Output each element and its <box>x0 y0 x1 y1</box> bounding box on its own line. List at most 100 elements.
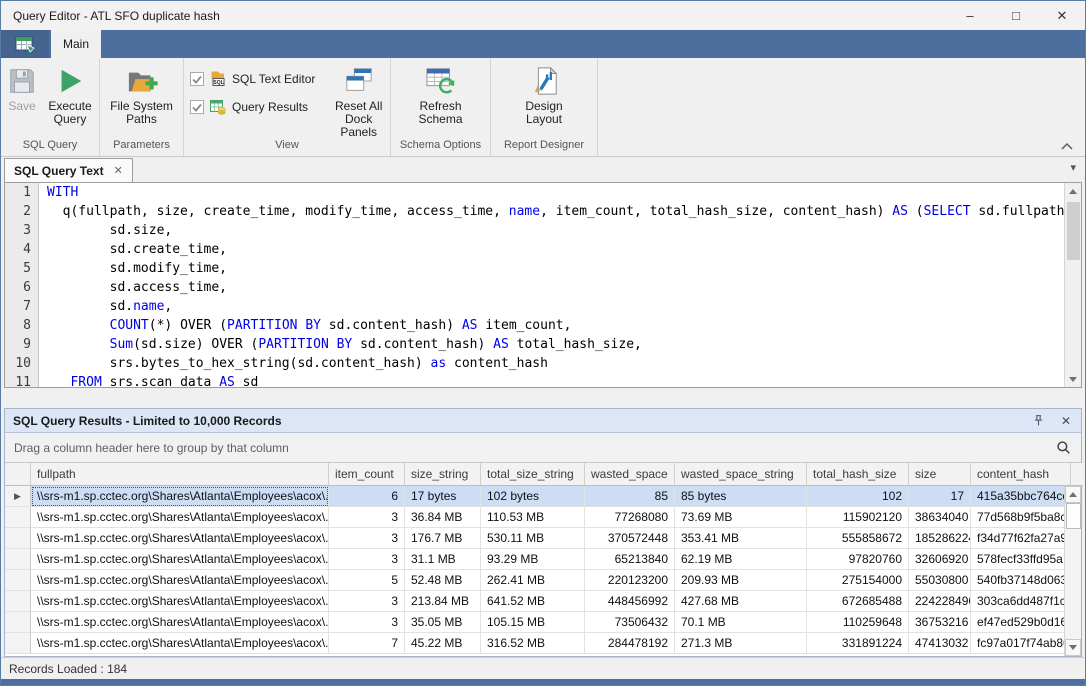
table-row[interactable]: \\srs-m1.sp.cctec.org\Shares\Atlanta\Emp… <box>5 549 1064 570</box>
grid-cell-size[interactable]: 32606920 <box>909 549 971 570</box>
grid-cell-wasted_space_string[interactable]: 62.19 MB <box>675 549 807 570</box>
column-header-total_hash_size[interactable]: total_hash_size <box>807 463 909 486</box>
grid-cell-fullpath[interactable]: \\srs-m1.sp.cctec.org\Shares\Atlanta\Emp… <box>31 633 329 654</box>
grid-cell-total_size_string[interactable]: 93.29 MB <box>481 549 585 570</box>
editor-vertical-scrollbar[interactable] <box>1064 183 1081 387</box>
pin-icon[interactable] <box>1032 414 1045 427</box>
grid-cell-wasted_space_string[interactable]: 209.93 MB <box>675 570 807 591</box>
scrollbar-thumb[interactable] <box>1066 503 1081 529</box>
query-results-toggle[interactable]: Query Results <box>190 99 315 115</box>
group-by-bar[interactable]: Drag a column header here to group by th… <box>5 433 1081 463</box>
grid-cell-item_count[interactable]: 3 <box>329 591 405 612</box>
scroll-up-icon[interactable] <box>1065 183 1081 199</box>
grid-cell-wasted_space_string[interactable]: 85 bytes <box>675 486 807 507</box>
grid-cell-size_string[interactable]: 45.22 MB <box>405 633 481 654</box>
column-header-wasted_space[interactable]: wasted_space <box>585 463 675 486</box>
grid-vertical-scrollbar[interactable] <box>1064 486 1081 656</box>
sql-code-editor[interactable]: 1WITH2 q(fullpath, size, create_time, mo… <box>4 182 1082 388</box>
grid-cell-item_count[interactable]: 3 <box>329 612 405 633</box>
grid-cell-total_size_string[interactable]: 530.11 MB <box>481 528 585 549</box>
execute-query-button[interactable]: Execute Query <box>42 63 98 126</box>
grid-cell-fullpath[interactable]: \\srs-m1.sp.cctec.org\Shares\Atlanta\Emp… <box>31 591 329 612</box>
grid-cell-content_hash[interactable]: 77d568b9f5ba8c... <box>971 507 1064 528</box>
grid-cell-content_hash[interactable]: 415a35bbc764ccf... <box>971 486 1064 507</box>
tab-sql-query-text[interactable]: SQL Query Text ✕ <box>4 158 133 182</box>
row-indicator-cell[interactable] <box>5 633 31 654</box>
grid-cell-wasted_space[interactable]: 73506432 <box>585 612 675 633</box>
grid-cell-fullpath[interactable]: \\srs-m1.sp.cctec.org\Shares\Atlanta\Emp… <box>31 612 329 633</box>
grid-cell-item_count[interactable]: 7 <box>329 633 405 654</box>
grid-cell-total_hash_size[interactable]: 115902120 <box>807 507 909 528</box>
table-row[interactable]: \\srs-m1.sp.cctec.org\Shares\Atlanta\Emp… <box>5 633 1064 654</box>
grid-cell-content_hash[interactable]: ef47ed529b0d16... <box>971 612 1064 633</box>
column-header-size[interactable]: size <box>909 463 971 486</box>
grid-cell-size_string[interactable]: 52.48 MB <box>405 570 481 591</box>
grid-cell-fullpath[interactable]: \\srs-m1.sp.cctec.org\Shares\Atlanta\Emp… <box>31 528 329 549</box>
search-icon[interactable] <box>1056 440 1081 455</box>
grid-cell-wasted_space[interactable]: 370572448 <box>585 528 675 549</box>
column-header-size_string[interactable]: size_string <box>405 463 481 486</box>
grid-cell-fullpath[interactable]: \\srs-m1.sp.cctec.org\Shares\Atlanta\Emp… <box>31 486 329 507</box>
grid-cell-total_size_string[interactable]: 105.15 MB <box>481 612 585 633</box>
tab-close-icon[interactable]: ✕ <box>114 164 123 177</box>
grid-cell-content_hash[interactable]: 540fb37148d063... <box>971 570 1064 591</box>
grid-cell-wasted_space[interactable]: 284478192 <box>585 633 675 654</box>
table-row[interactable]: \\srs-m1.sp.cctec.org\Shares\Atlanta\Emp… <box>5 528 1064 549</box>
table-row[interactable]: ▶\\srs-m1.sp.cctec.org\Shares\Atlanta\Em… <box>5 486 1064 507</box>
file-system-paths-button[interactable]: File System Paths <box>105 63 179 126</box>
grid-cell-fullpath[interactable]: \\srs-m1.sp.cctec.org\Shares\Atlanta\Emp… <box>31 570 329 591</box>
column-header-item_count[interactable]: item_count <box>329 463 405 486</box>
table-row[interactable]: \\srs-m1.sp.cctec.org\Shares\Atlanta\Emp… <box>5 591 1064 612</box>
grid-cell-size_string[interactable]: 31.1 MB <box>405 549 481 570</box>
grid-cell-total_size_string[interactable]: 641.52 MB <box>481 591 585 612</box>
ribbon-tab-main[interactable]: Main <box>51 30 101 58</box>
table-row[interactable]: \\srs-m1.sp.cctec.org\Shares\Atlanta\Emp… <box>5 570 1064 591</box>
row-indicator-cell[interactable] <box>5 591 31 612</box>
close-button[interactable]: ✕ <box>1039 1 1085 30</box>
grid-cell-content_hash[interactable]: fc97a017f74ab80... <box>971 633 1064 654</box>
grid-cell-wasted_space[interactable]: 448456992 <box>585 591 675 612</box>
grid-cell-item_count[interactable]: 3 <box>329 549 405 570</box>
save-button[interactable]: Save <box>2 63 42 113</box>
grid-cell-item_count[interactable]: 5 <box>329 570 405 591</box>
reset-all-dock-panels-button[interactable]: Reset All Dock Panels <box>327 63 390 139</box>
checkbox-checked-icon[interactable] <box>190 100 204 114</box>
grid-cell-total_hash_size[interactable]: 97820760 <box>807 549 909 570</box>
grid-cell-total_hash_size[interactable]: 555858672 <box>807 528 909 549</box>
grid-cell-total_hash_size[interactable]: 331891224 <box>807 633 909 654</box>
sql-text-editor-toggle[interactable]: SQL SQL Text Editor <box>190 71 315 87</box>
grid-cell-total_size_string[interactable]: 102 bytes <box>481 486 585 507</box>
scroll-down-icon[interactable] <box>1065 639 1081 656</box>
checkbox-checked-icon[interactable] <box>190 72 204 86</box>
grid-cell-total_size_string[interactable]: 110.53 MB <box>481 507 585 528</box>
row-indicator-cell[interactable] <box>5 570 31 591</box>
design-layout-button[interactable]: Design Layout <box>516 63 572 126</box>
grid-cell-size_string[interactable]: 213.84 MB <box>405 591 481 612</box>
grid-cell-size[interactable]: 36753216 <box>909 612 971 633</box>
grid-cell-size[interactable]: 185286224 <box>909 528 971 549</box>
grid-cell-wasted_space_string[interactable]: 70.1 MB <box>675 612 807 633</box>
grid-cell-size_string[interactable]: 35.05 MB <box>405 612 481 633</box>
grid-cell-total_hash_size[interactable]: 110259648 <box>807 612 909 633</box>
grid-cell-wasted_space[interactable]: 220123200 <box>585 570 675 591</box>
grid-cell-fullpath[interactable]: \\srs-m1.sp.cctec.org\Shares\Atlanta\Emp… <box>31 507 329 528</box>
grid-cell-content_hash[interactable]: f34d77f62fa27a9... <box>971 528 1064 549</box>
minimize-button[interactable]: – <box>947 1 993 30</box>
column-header-wasted_space_string[interactable]: wasted_space_string <box>675 463 807 486</box>
tab-list-dropdown-icon[interactable]: ▾ <box>1070 161 1076 174</box>
table-row[interactable]: \\srs-m1.sp.cctec.org\Shares\Atlanta\Emp… <box>5 507 1064 528</box>
editor-horizontal-scrollbar[interactable] <box>4 388 1082 408</box>
grid-cell-wasted_space[interactable]: 65213840 <box>585 549 675 570</box>
grid-cell-wasted_space_string[interactable]: 353.41 MB <box>675 528 807 549</box>
grid-cell-size[interactable]: 38634040 <box>909 507 971 528</box>
row-indicator-cell[interactable] <box>5 507 31 528</box>
scroll-down-icon[interactable] <box>1065 371 1081 387</box>
column-header-fullpath[interactable]: fullpath <box>31 463 329 486</box>
grid-cell-wasted_space_string[interactable]: 427.68 MB <box>675 591 807 612</box>
grid-cell-total_hash_size[interactable]: 672685488 <box>807 591 909 612</box>
grid-cell-wasted_space_string[interactable]: 271.3 MB <box>675 633 807 654</box>
row-indicator-cell[interactable] <box>5 549 31 570</box>
refresh-schema-button[interactable]: Refresh Schema <box>410 63 472 126</box>
grid-cell-size_string[interactable]: 36.84 MB <box>405 507 481 528</box>
grid-cell-fullpath[interactable]: \\srs-m1.sp.cctec.org\Shares\Atlanta\Emp… <box>31 549 329 570</box>
